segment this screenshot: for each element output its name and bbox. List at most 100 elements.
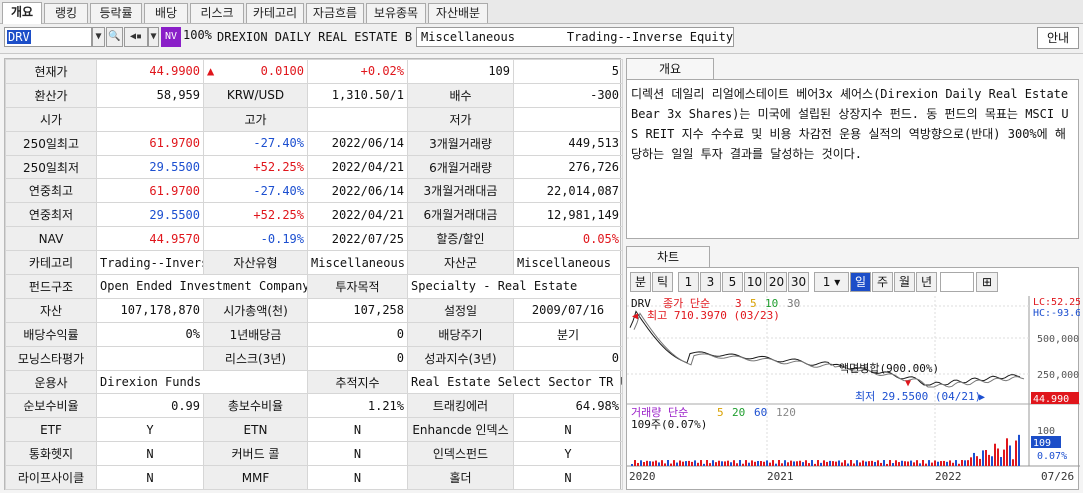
volume-bar xyxy=(694,460,696,466)
volume-bar xyxy=(679,460,681,466)
volume-bar xyxy=(913,462,915,466)
volume-bar xyxy=(997,448,999,466)
tab-overview[interactable]: 개요 xyxy=(626,58,714,79)
table-row: 250일최저 29.5500 +52.25% 2022/04/21 6개월거래량 27… xyxy=(5,154,623,180)
volume-bar xyxy=(787,462,789,466)
volume-bar xyxy=(1009,445,1011,466)
volume-bar xyxy=(1000,457,1002,466)
volume-bar xyxy=(796,461,798,466)
tab-chart[interactable]: 차트 xyxy=(626,246,710,267)
volume-bar xyxy=(934,460,936,466)
fund-name: DREXION DAILY REAL ESTATE BE xyxy=(217,30,413,44)
table-row: 현재가 44.9900 ▲ 0.0100 +0.02% 109 5 xyxy=(5,59,623,84)
volume-bar xyxy=(640,460,642,466)
table-row: 자산 107,178,870 시가총액(천) 107,258 설정일 2009/07/… xyxy=(5,297,623,323)
volume-bar xyxy=(973,452,975,466)
chart-settings-icon[interactable]: ⊞ xyxy=(976,272,998,292)
volume-bar xyxy=(682,461,684,466)
tab-2[interactable]: 랭킹 xyxy=(44,3,88,23)
period-button-7[interactable]: 20 xyxy=(766,272,787,292)
volume-bar xyxy=(811,460,813,466)
tab-5[interactable]: 리스크 xyxy=(190,3,244,23)
period-button-10[interactable]: 일 xyxy=(850,272,871,292)
volume-bar xyxy=(949,460,951,466)
low-marker-icon: ▶ xyxy=(979,392,985,403)
table-row: 시가 고가 저가 xyxy=(5,106,623,132)
period-count-input[interactable] xyxy=(940,272,974,292)
table-row: 환산가 58,959 KRW/USD 1,310.50/1 배수 -300 xyxy=(5,82,623,108)
volume-bar xyxy=(643,462,645,466)
symbol-input[interactable]: DRV xyxy=(4,27,92,47)
period-bar: 분 틱 1 3 5 10 20 30 1 ▾ 일 주 월 년 ⊞ xyxy=(627,270,1080,292)
period-button-6[interactable]: 10 xyxy=(744,272,765,292)
chevron-down-icon[interactable]: ▼ xyxy=(148,27,159,47)
volume-bar xyxy=(688,460,690,466)
volume-bar xyxy=(757,460,759,466)
volume-bar xyxy=(652,461,654,466)
speaker-icon[interactable]: ◀▪ xyxy=(124,27,148,47)
guide-button[interactable]: 안내 xyxy=(1037,27,1079,49)
info-table: 현재가 44.9900 ▲ 0.0100 +0.02% 109 5 환산가 58,9… xyxy=(5,59,623,491)
volume-bar xyxy=(967,460,969,466)
volume-bar xyxy=(802,462,804,466)
tab-1[interactable]: 개요 xyxy=(2,2,42,24)
tab-6[interactable]: 카테고리 xyxy=(246,3,304,23)
volume-bar xyxy=(766,460,768,466)
volume-bar xyxy=(883,460,885,466)
period-button-8[interactable]: 30 xyxy=(788,272,809,292)
tab-4[interactable]: 배당 xyxy=(144,3,188,23)
period-button-2[interactable]: 틱 xyxy=(652,272,673,292)
volume-bar xyxy=(1003,449,1005,466)
search-icon[interactable]: 🔍 xyxy=(106,27,123,47)
volume-tick-1: 100 xyxy=(1037,426,1055,437)
nv-badge[interactable]: NV xyxy=(161,27,181,47)
volume-bar xyxy=(853,463,855,466)
volume-bar xyxy=(961,460,963,466)
period-button-13[interactable]: 년 xyxy=(916,272,937,292)
volume-bar xyxy=(760,461,762,466)
volume-bar xyxy=(988,454,990,466)
volume-ma-60: 60 xyxy=(754,406,767,419)
volume-bar xyxy=(790,460,792,466)
volume-current-label: 109 xyxy=(1033,438,1051,449)
period-button-3[interactable]: 1 xyxy=(678,272,699,292)
ma30-line xyxy=(633,312,1025,388)
tab-8[interactable]: 보유종목 xyxy=(366,3,426,23)
dropdown-arrow-icon[interactable]: ▼ xyxy=(92,27,105,47)
current-price-label: 44.990 xyxy=(1033,394,1069,405)
volume-bar xyxy=(916,460,918,466)
price-chart[interactable]: DRV 종가 단순 3 5 10 30최고 710.3970 (03/23)◀액면병합(9… xyxy=(627,296,1080,489)
volume-bar xyxy=(877,460,879,466)
volume-bar xyxy=(952,462,954,466)
volume-bar xyxy=(808,463,810,466)
volume-bar xyxy=(1018,434,1020,466)
volume-bar xyxy=(817,460,819,466)
tab-3[interactable]: 등락률 xyxy=(90,3,142,23)
volume-bar xyxy=(874,461,876,466)
volume-bar xyxy=(907,461,909,466)
volume-bar xyxy=(667,460,669,466)
volume-bar xyxy=(655,460,657,466)
volume-bar xyxy=(955,460,957,466)
period-button-4[interactable]: 3 xyxy=(700,272,721,292)
tab-9[interactable]: 자산배분 xyxy=(428,3,488,23)
volume-bar xyxy=(748,462,750,466)
period-button-5[interactable]: 5 xyxy=(722,272,743,292)
period-button-11[interactable]: 주 xyxy=(872,272,893,292)
volume-bar xyxy=(775,463,777,466)
volume-bar xyxy=(673,460,675,466)
tab-7[interactable]: 자금흐름 xyxy=(306,3,364,23)
volume-bar xyxy=(769,462,771,466)
volume-bar xyxy=(892,463,894,466)
period-button-9[interactable]: 1 ▾ xyxy=(814,272,849,292)
volume-bar xyxy=(910,460,912,466)
period-button-1[interactable]: 분 xyxy=(630,272,651,292)
volume-bar xyxy=(880,462,882,466)
price-tick-2: 250,000 xyxy=(1037,370,1079,381)
volume-bar xyxy=(772,460,774,466)
table-row: 통화헷지 N 커버드 콜N 인덱스펀드 Y xyxy=(5,441,623,467)
table-row: 운용사 Direxion Funds 추적지수 Real Estate Select… xyxy=(5,369,623,395)
period-button-12[interactable]: 월 xyxy=(894,272,915,292)
volume-bar xyxy=(763,461,765,466)
volume-bar xyxy=(820,462,822,466)
